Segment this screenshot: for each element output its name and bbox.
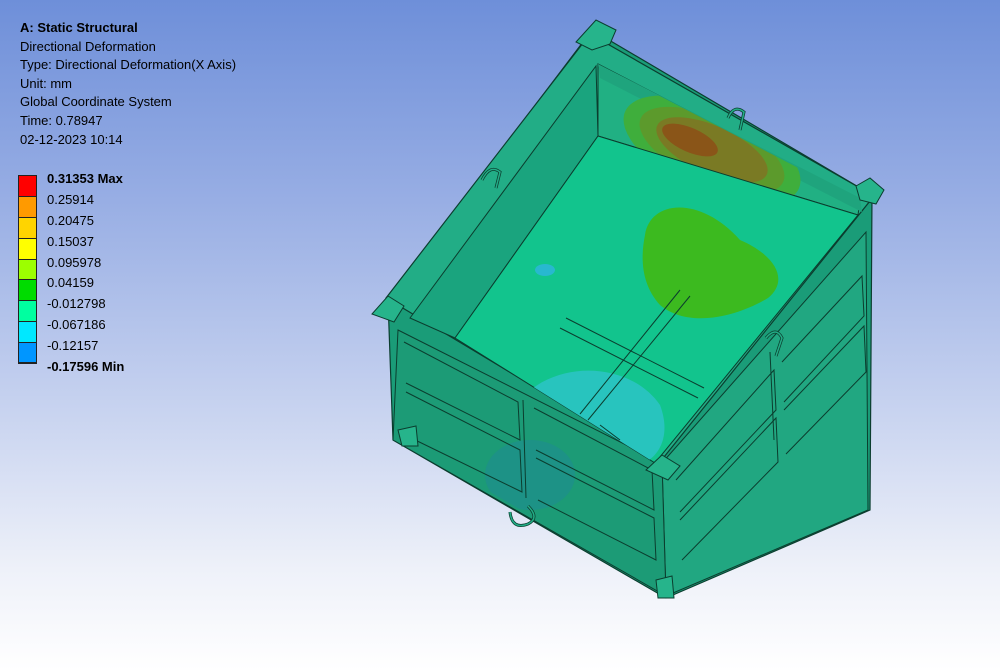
model-viewport[interactable] — [0, 0, 1000, 670]
